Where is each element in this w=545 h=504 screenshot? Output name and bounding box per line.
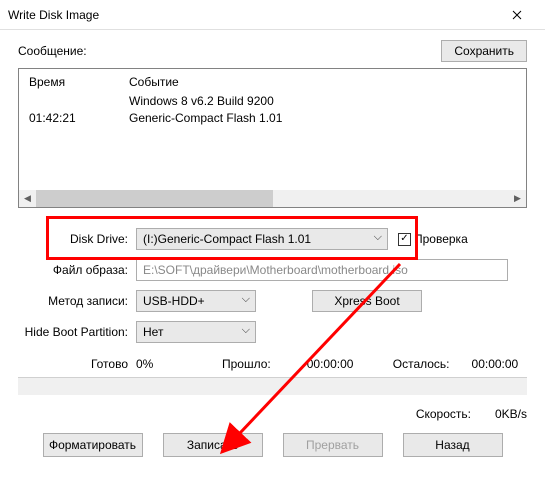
message-label: Сообщение:	[18, 44, 87, 58]
write-button[interactable]: Записать	[163, 433, 263, 457]
remaining-label: Осталось:	[393, 357, 450, 371]
abort-button[interactable]: Прервать	[283, 433, 383, 457]
speed-value: 0KB/s	[495, 407, 527, 421]
back-button[interactable]: Назад	[403, 433, 503, 457]
write-method-select[interactable]: USB-HDD+	[136, 290, 256, 312]
disk-drive-label: Disk Drive:	[18, 232, 136, 246]
xpress-boot-button[interactable]: Xpress Boot	[312, 290, 422, 312]
log-area: Время Событие Windows 8 v6.2 Build 9200 …	[18, 68, 527, 208]
elapsed-label: Прошло:	[222, 357, 271, 371]
close-icon	[512, 10, 522, 20]
format-button[interactable]: Форматировать	[43, 433, 143, 457]
elapsed-value: 00:00:00	[307, 357, 385, 371]
window-title: Write Disk Image	[8, 8, 497, 22]
titlebar: Write Disk Image	[0, 0, 545, 30]
log-row: Windows 8 v6.2 Build 9200	[29, 93, 516, 110]
image-file-label: Файл образа:	[18, 263, 136, 277]
hide-boot-label: Hide Boot Partition:	[18, 325, 136, 339]
save-button[interactable]: Сохранить	[441, 40, 527, 62]
horizontal-scrollbar[interactable]: ◀ ▶	[19, 190, 526, 207]
scroll-thumb[interactable]	[36, 190, 273, 207]
scroll-right-icon[interactable]: ▶	[509, 190, 526, 207]
close-button[interactable]	[497, 0, 537, 30]
speed-label: Скорость:	[416, 407, 471, 421]
hide-boot-select[interactable]: Нет	[136, 321, 256, 343]
disk-drive-select[interactable]: (I:)Generic-Compact Flash 1.01	[136, 228, 388, 250]
log-row: 01:42:21 Generic-Compact Flash 1.01	[29, 110, 516, 127]
write-method-label: Метод записи:	[18, 294, 136, 308]
ready-label: Готово	[18, 357, 136, 371]
log-header-event: Событие	[129, 75, 516, 89]
verify-label: Проверка	[414, 232, 468, 246]
progress-value: 0%	[136, 357, 214, 371]
progress-bar	[18, 377, 527, 395]
remaining-value: 00:00:00	[472, 357, 519, 371]
verify-checkbox[interactable]: ✓	[398, 233, 411, 246]
image-file-input[interactable]	[136, 259, 508, 281]
scroll-left-icon[interactable]: ◀	[19, 190, 36, 207]
log-header-time: Время	[29, 75, 129, 89]
